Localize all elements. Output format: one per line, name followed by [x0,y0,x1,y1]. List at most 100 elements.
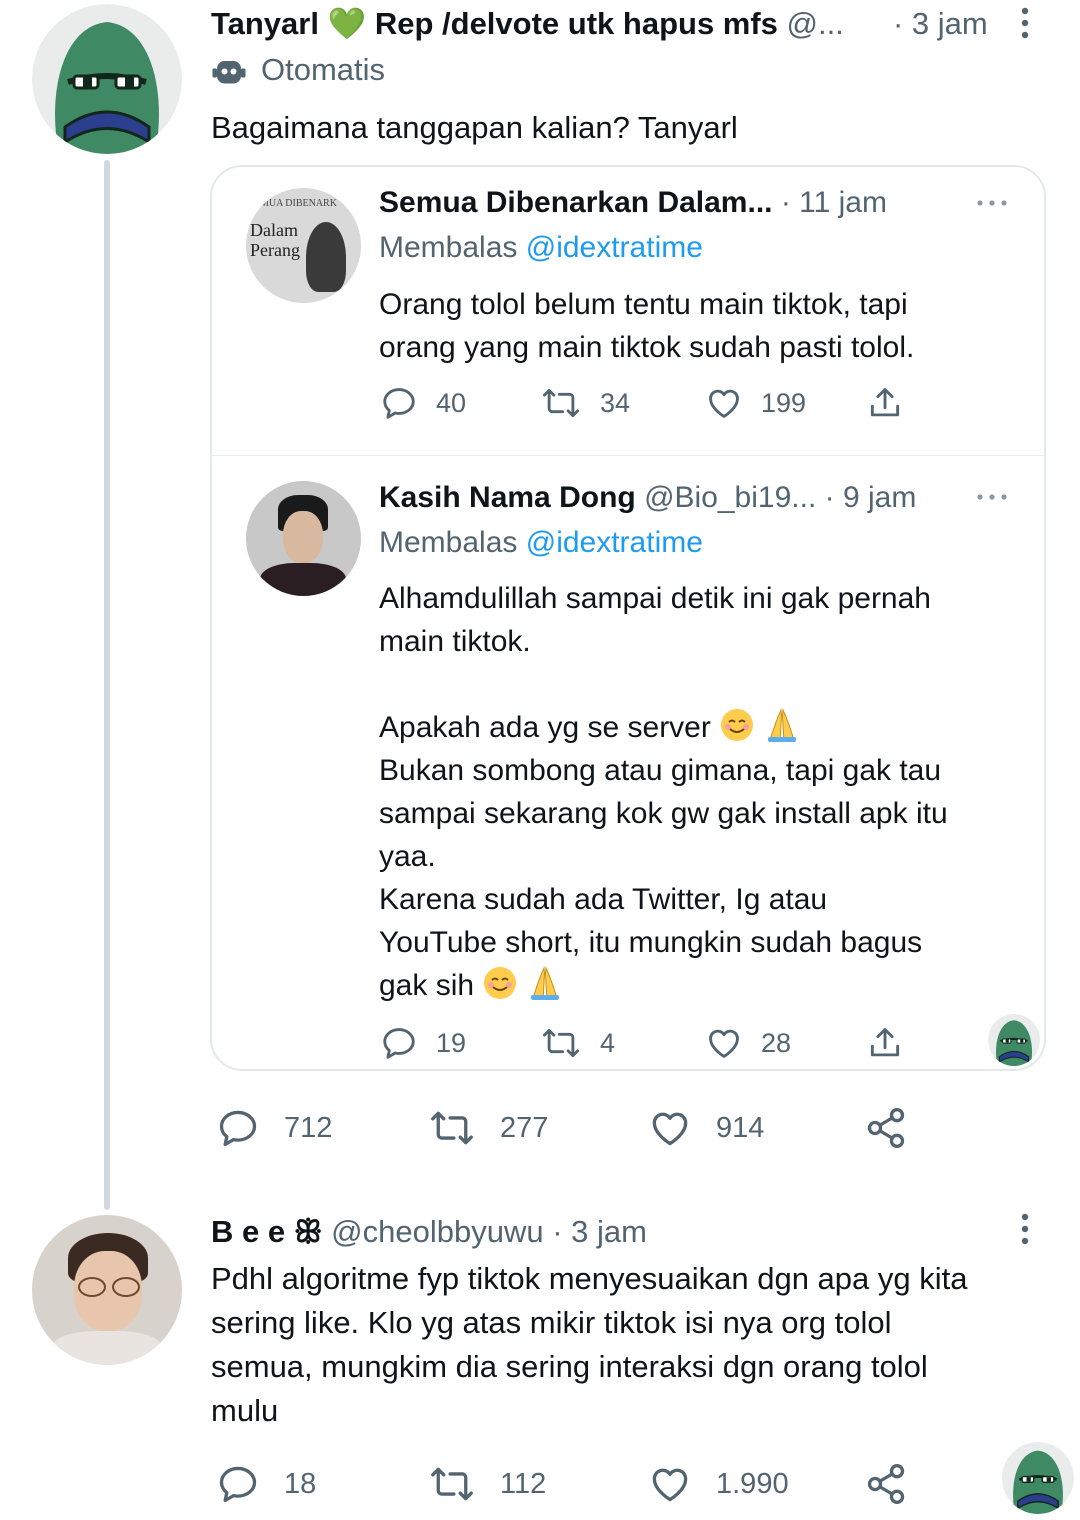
face-shape [283,511,323,563]
flower-symbol-icon: ꕥ [293,1214,323,1249]
text-line: orang yang main tiktok sudah pasti tolol… [379,331,915,364]
quote2-time[interactable]: · 9 jam [825,481,917,514]
tweet2-like-button[interactable]: 1.990 [648,1462,789,1506]
avatar-kasih-nama-dong[interactable] [246,481,361,596]
heart-icon [705,384,743,422]
shoulders-shape [52,1331,162,1365]
quote2-retweet-button[interactable]: 4 [540,1024,615,1062]
quote2-like-button[interactable]: 28 [705,1024,791,1062]
automated-label: Otomatis [211,52,385,88]
avatar-tanyarl[interactable] [32,4,182,154]
tweet1-author-name[interactable]: Tanyarl [211,6,319,41]
text-line: mulu [211,1393,279,1428]
heart-icon [705,1024,743,1062]
more-options-icon[interactable] [1018,6,1032,45]
folded-hands-emoji-icon [530,966,559,1000]
text-line: Alhamdulillah sampai detik ini gak perna… [379,582,931,615]
floating-frog-avatar[interactable] [1002,1442,1074,1514]
retweet-count: 112 [500,1467,547,1500]
reply-count: 712 [284,1111,333,1144]
tweet2-time[interactable]: · 3 jam [552,1214,647,1249]
quote2-handle[interactable]: @Bio_bi19... [644,481,816,514]
quote1-like-button[interactable]: 199 [705,384,806,422]
like-count: 914 [716,1111,765,1144]
tweet1-handle[interactable]: @... [787,6,844,41]
avatar-caption-top: MUA DIBENARK [260,198,337,209]
tweet2-author-name[interactable]: B e e [211,1214,285,1249]
tweet2-text: Pdhl algoritme fyp tiktok menyesuaikan d… [211,1257,967,1433]
text-line: Bukan sombong atau gimana, tapi gak tau [379,754,942,787]
text-line: semua, mungkim dia sering interaksi dgn … [211,1349,928,1384]
tweet1-reply-button[interactable]: 712 [216,1106,332,1150]
quote2-share-button[interactable] [866,1024,904,1062]
avatar-bee[interactable] [32,1215,182,1365]
glasses-left-lens [78,1277,106,1297]
tweet1-time[interactable]: · 3 jam [893,4,988,44]
text-line: Karena sudah ada Twitter, Ig atau [379,883,828,916]
text-line: Pdhl algoritme fyp tiktok menyesuaikan d… [211,1261,968,1296]
reply-icon [380,384,418,422]
frog-avatar-icon [988,1014,1040,1066]
text-line: main tiktok. [379,625,531,658]
glasses-right-lens [112,1277,140,1297]
quote1-header: Semua Dibenarkan Dalam... · 11 jam [379,183,887,223]
text-line: sampai sekarang kok gw gak install apk i… [379,797,948,830]
shoulders-shape [260,563,346,596]
reply-icon [216,1106,260,1150]
quote1-text: Orang tolol belum tentu main tiktok, tap… [379,283,914,369]
reply-mention-link[interactable]: @idextratime [526,526,703,559]
card-divider [212,455,1044,456]
heart-icon [648,1462,692,1506]
tweet1-author-name-rest[interactable]: Rep /delvote utk hapus mfs [375,6,778,41]
quote1-retweet-button[interactable]: 34 [540,384,630,422]
more-options-icon[interactable] [1018,1212,1032,1251]
quote2-reply-button[interactable]: 19 [380,1024,466,1062]
frog-avatar-icon [1002,1442,1074,1514]
tweet2-handle[interactable]: @cheolbbyuwu [331,1214,543,1249]
quote1-reply-button[interactable]: 40 [380,384,466,422]
reply-count: 19 [436,1027,467,1058]
avatar-semua-dibenarkan[interactable]: MUA DIBENARK Dalam Perang [246,188,361,303]
reply-icon [380,1024,418,1062]
frog-avatar-icon [32,4,182,154]
upload-icon [866,1024,904,1062]
retweet-count: 34 [600,387,631,418]
avatar-caption: Dalam Perang [250,220,300,260]
smiling-face-emoji-icon [721,709,754,741]
reply-mention-link[interactable]: @idextratime [526,231,703,264]
quote2-more-icon[interactable] [975,490,1009,508]
text-line-with-emoji: Apakah ada yg se server [379,706,948,749]
heart-icon [648,1106,692,1150]
like-count: 28 [761,1027,792,1058]
quote2-replying-to: Membalas @idextratime [379,523,703,563]
tweet2-header: B e e ꕥ @cheolbbyuwu · 3 jam [211,1212,647,1252]
quote2-text: Alhamdulillah sampai detik ini gak perna… [379,577,948,1007]
quote2-author-name[interactable]: Kasih Nama Dong [379,481,636,514]
tweet1-retweet-button[interactable]: 277 [428,1106,548,1150]
share-icon [864,1462,908,1506]
folded-hands-emoji-icon [767,708,796,742]
retweet-icon [428,1462,476,1506]
reply-count: 18 [284,1467,317,1500]
tweet1-text: Bagaimana tanggapan kalian? Tanyarl [211,110,738,145]
tweet2-retweet-button[interactable]: 112 [428,1462,546,1506]
tweet1-like-button[interactable]: 914 [648,1106,764,1150]
quote1-share-button[interactable] [866,384,904,422]
quote1-more-icon[interactable] [975,196,1009,214]
tweet1-share-button[interactable] [864,1106,908,1150]
smiling-face-emoji-icon [484,967,517,999]
text-line: yaa. [379,840,436,873]
retweet-icon [540,1024,582,1062]
tweet2-share-button[interactable] [864,1462,908,1506]
tweet2-reply-button[interactable]: 18 [216,1462,316,1506]
like-count: 199 [761,387,807,418]
green-heart-icon: 💚 [327,6,367,41]
retweet-icon [540,384,582,422]
text-line-with-emoji: gak sih [379,964,948,1007]
thread-connector [104,160,110,1210]
automated-label-text: Otomatis [261,52,386,87]
small-frog-avatar[interactable] [988,1014,1040,1066]
quote1-author-name[interactable]: Semua Dibenarkan Dalam... [379,186,773,219]
quote1-time[interactable]: · 11 jam [781,186,887,219]
